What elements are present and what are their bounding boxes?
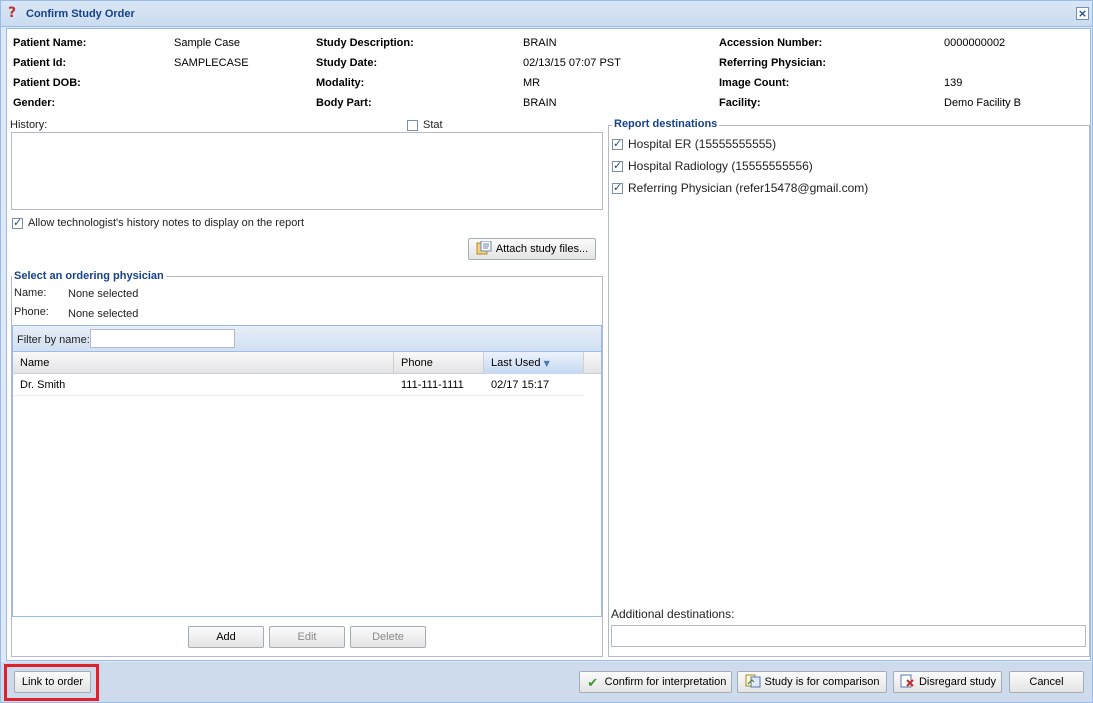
allow-history-checkbox[interactable] (12, 216, 23, 229)
attach-files-icon (476, 240, 492, 255)
edit-button[interactable]: Edit (269, 626, 345, 648)
compare-icon (745, 674, 761, 688)
column-header-last-used[interactable]: Last Used ▼ (484, 352, 584, 374)
physician-phone-label: Phone: (14, 306, 49, 318)
physician-phone-value: None selected (68, 308, 139, 320)
close-icon[interactable]: × (1076, 7, 1089, 20)
grid-toolbar: Filter by name: (13, 326, 601, 352)
referring-physician-label: Referring Physician: (719, 57, 826, 69)
attach-study-files-label: Attach study files... (495, 243, 589, 255)
table-row[interactable]: Dr. Smith 111-111-1111 02/17 15:17 (13, 375, 585, 396)
study-for-comparison-button[interactable]: Study is for comparison (737, 671, 887, 693)
confirm-for-interpretation-button[interactable]: ✔ Confirm for interpretation (579, 671, 732, 693)
column-header-name[interactable]: Name (13, 352, 394, 374)
study-date-label: Study Date: (316, 57, 378, 69)
stat-checkbox[interactable] (407, 120, 418, 131)
image-count-label: Image Count: (719, 77, 790, 89)
confirm-for-interpretation-label: Confirm for interpretation (604, 676, 727, 688)
filter-by-name-input[interactable] (90, 329, 235, 348)
patient-name-label: Patient Name: (13, 37, 87, 49)
title-bar[interactable]: ? Confirm Study Order × (1, 1, 1092, 27)
destination-label-er: Hospital ER (15555555555) (628, 137, 777, 151)
image-count-value: 139 (944, 77, 963, 89)
patient-name-value: Sample Case (174, 37, 241, 49)
study-date-value: 02/13/15 07:07 PST (523, 57, 621, 69)
disregard-study-button[interactable]: Disregard study (893, 671, 1002, 693)
study-description-value: BRAIN (523, 37, 557, 49)
patient-id-label: Patient Id: (13, 57, 67, 69)
destination-checkbox-referring[interactable] (612, 181, 623, 194)
filter-by-name-label: Filter by name: (17, 334, 90, 346)
facility-label: Facility: (719, 97, 761, 109)
destination-checkbox-er[interactable] (612, 137, 623, 150)
accession-number-value: 0000000002 (944, 37, 1006, 49)
accession-number-label: Accession Number: (719, 37, 823, 49)
additional-destinations-label: Additional destinations: (611, 607, 735, 621)
stat-label: Stat (423, 119, 443, 131)
report-destinations-group (608, 125, 1090, 657)
dialog-body: Patient Name: Sample Case Patient Id: SA… (6, 28, 1091, 661)
study-description-label: Study Description: (316, 37, 414, 49)
destination-checkbox-radiology[interactable] (612, 159, 623, 172)
modality-label: Modality: (316, 77, 365, 89)
facility-value: Demo Facility B (944, 97, 1022, 109)
additional-destinations-input[interactable] (611, 625, 1086, 647)
link-to-order-highlight (4, 664, 99, 701)
physician-name-value: None selected (68, 288, 139, 300)
patient-id-value: SAMPLECASE (174, 57, 249, 69)
body-part-label: Body Part: (316, 97, 372, 109)
dialog-title: Confirm Study Order (26, 8, 135, 20)
patient-dob-label: Patient DOB: (13, 77, 81, 89)
row-phone: 111-111-1111 (401, 379, 464, 391)
history-textarea[interactable] (11, 132, 603, 210)
gender-label: Gender: (13, 97, 56, 109)
body-part-value: BRAIN (523, 97, 557, 109)
last-used-label: Last Used (491, 357, 541, 369)
row-name: Dr. Smith (20, 379, 66, 391)
attach-study-files-button[interactable]: Attach study files... (468, 238, 596, 260)
ordering-physician-legend: Select an ordering physician (12, 270, 166, 282)
physician-grid: Filter by name: Name Phone Last Used ▼ D… (12, 325, 602, 617)
dialog-footer: Link to order ✔ Confirm for interpretatio… (1, 662, 1092, 702)
delete-button[interactable]: Delete (350, 626, 426, 648)
checkmark-icon: ✔ (587, 676, 599, 692)
row-last-used: 02/17 15:17 (491, 379, 550, 391)
destination-label-referring: Referring Physician (refer15478@gmail.co… (628, 181, 869, 195)
allow-history-label: Allow technologist's history notes to di… (28, 217, 305, 229)
patient-info: Patient Name: Sample Case Patient Id: SA… (7, 29, 1090, 119)
modality-value: MR (523, 77, 541, 89)
physician-name-label: Name: (14, 287, 47, 299)
disregard-study-label: Disregard study (918, 676, 997, 688)
cancel-button[interactable]: Cancel (1009, 671, 1084, 693)
disregard-icon (899, 674, 915, 688)
sort-descending-icon: ▼ (543, 359, 550, 368)
grid-header: Name Phone Last Used ▼ (13, 352, 601, 374)
column-header-phone[interactable]: Phone (394, 352, 484, 374)
confirm-study-order-dialog: ? Confirm Study Order × Patient Name: Sa… (0, 0, 1093, 703)
study-for-comparison-label: Study is for comparison (764, 676, 880, 688)
destination-label-radiology: Hospital Radiology (15555555556) (628, 159, 813, 173)
question-icon: ? (8, 5, 17, 21)
report-destinations-legend: Report destinations (612, 118, 720, 130)
history-label: History: (10, 119, 48, 131)
add-button[interactable]: Add (188, 626, 264, 648)
